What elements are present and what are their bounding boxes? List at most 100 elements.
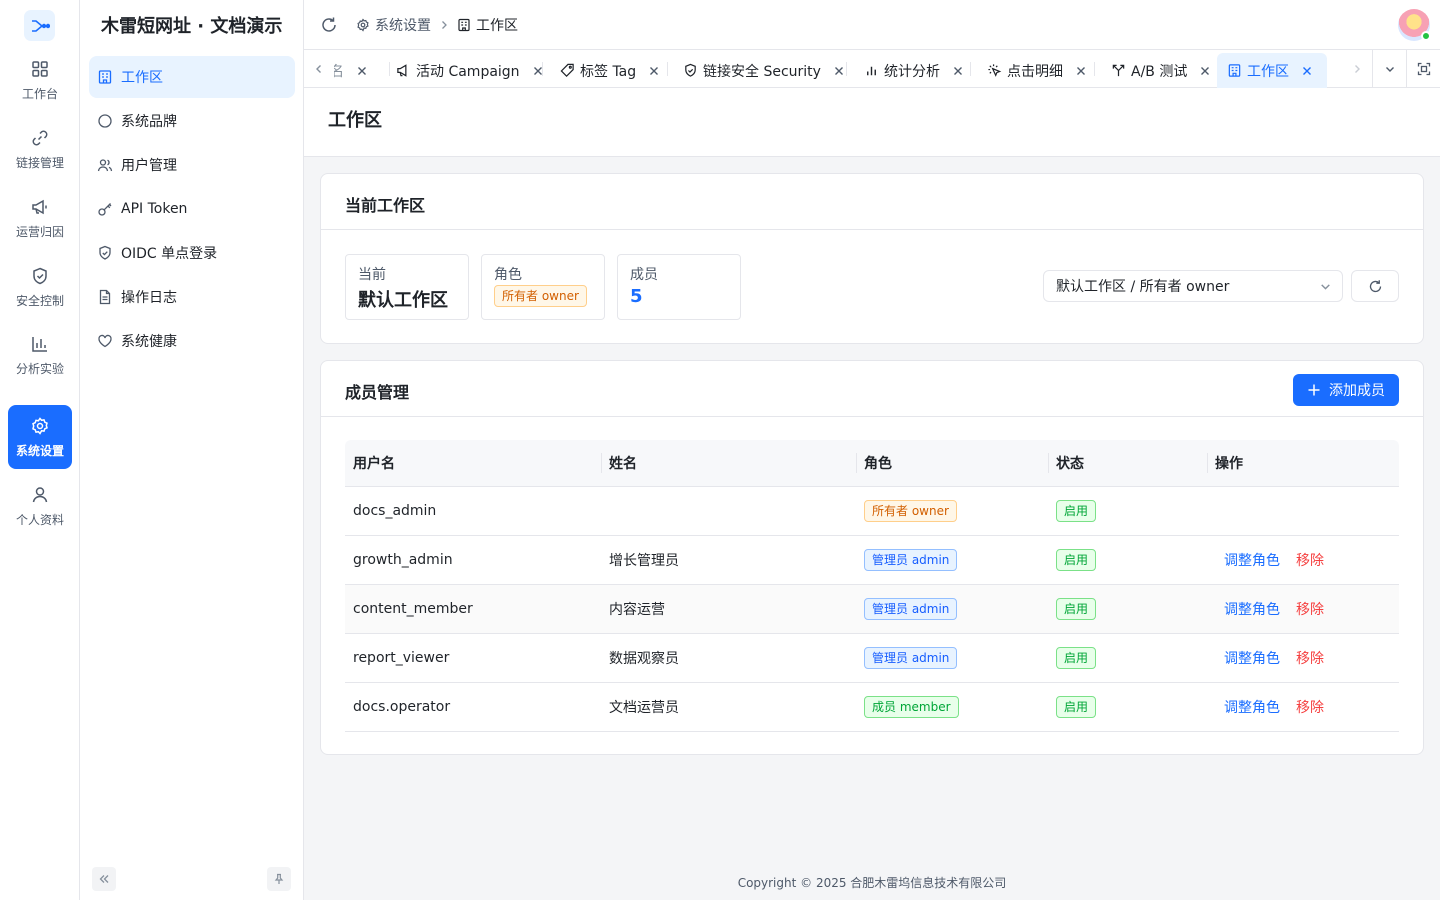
add-member-button[interactable]: 添加成员 bbox=[1293, 374, 1399, 406]
close-icon[interactable] bbox=[648, 65, 660, 77]
shield-check-icon bbox=[685, 63, 696, 77]
adjust-role-link[interactable]: 调整角色 bbox=[1224, 599, 1280, 619]
settings-submenu: 木雷短网址 · 文档演示 工作区 系统品牌 用户管理 API Token OID… bbox=[80, 0, 304, 900]
workspace-select[interactable]: 默认工作区 / 所有者 owner bbox=[1043, 270, 1343, 302]
rail-item-links[interactable]: 链接管理 bbox=[8, 117, 72, 181]
fullscreen-button[interactable] bbox=[1406, 50, 1440, 88]
remove-member-link[interactable]: 移除 bbox=[1296, 599, 1324, 619]
stat-value: 默认工作区 bbox=[358, 290, 448, 311]
page-title: 工作区 bbox=[328, 110, 382, 131]
tab-divider bbox=[846, 62, 847, 76]
tab-statistics[interactable]: 统计分析 bbox=[854, 53, 974, 88]
chevron-left-icon bbox=[316, 65, 321, 73]
heart-icon bbox=[98, 334, 112, 348]
pin-icon bbox=[274, 873, 284, 884]
rail-item-security[interactable]: 安全控制 bbox=[8, 255, 72, 319]
submenu-item-branding[interactable]: 系统品牌 bbox=[89, 100, 295, 142]
chevron-right-icon bbox=[442, 21, 447, 29]
dashboard-icon bbox=[32, 60, 48, 77]
submenu-item-users[interactable]: 用户管理 bbox=[89, 144, 295, 186]
tabs-scroll-left-button[interactable] bbox=[304, 50, 334, 88]
submenu-item-workspace[interactable]: 工作区 bbox=[89, 56, 295, 98]
remove-member-link[interactable]: 移除 bbox=[1296, 550, 1324, 570]
close-icon[interactable] bbox=[1301, 65, 1313, 77]
column-header-actions: 操作 bbox=[1207, 440, 1243, 486]
cell-name: 增长管理员 bbox=[609, 553, 679, 569]
status-badge: 启用 bbox=[1056, 647, 1097, 669]
adjust-role-link[interactable]: 调整角色 bbox=[1224, 697, 1280, 717]
cell-name: 内容运营 bbox=[609, 602, 665, 618]
table-header-row: 用户名 姓名 角色 状态 操作 bbox=[345, 440, 1399, 487]
submenu-item-label: 系统品牌 bbox=[121, 114, 177, 130]
stat-role: 角色 所有者 owner bbox=[481, 254, 605, 320]
tab-label: 标签 Tag bbox=[580, 63, 637, 80]
tabs-dropdown-button[interactable] bbox=[1372, 50, 1406, 88]
tab-click-details[interactable]: 点击明细 bbox=[977, 53, 1097, 88]
close-icon[interactable] bbox=[356, 65, 368, 77]
close-icon[interactable] bbox=[833, 65, 845, 77]
adjust-role-link[interactable]: 调整角色 bbox=[1224, 648, 1280, 668]
refresh-page-button[interactable] bbox=[320, 16, 338, 34]
adjust-role-link[interactable]: 调整角色 bbox=[1224, 550, 1280, 570]
table-row: docs.operator 文档运营员 成员 member 启用 调整角色 移除 bbox=[345, 683, 1399, 732]
submenu-item-api-token[interactable]: API Token bbox=[89, 188, 295, 230]
gear-icon bbox=[32, 416, 48, 435]
rail-item-label: 个人资料 bbox=[15, 512, 64, 527]
rail-item-label: 工作台 bbox=[21, 86, 58, 101]
tab-truncated[interactable]: 名 bbox=[334, 53, 378, 88]
rail-item-profile[interactable]: 个人资料 bbox=[8, 474, 72, 538]
status-badge: 启用 bbox=[1056, 696, 1097, 718]
close-icon[interactable] bbox=[952, 65, 964, 77]
tab-campaign[interactable]: 活动 Campaign bbox=[386, 53, 554, 88]
close-icon[interactable] bbox=[1199, 65, 1211, 77]
key-icon bbox=[98, 203, 112, 216]
shield-icon bbox=[33, 267, 47, 284]
breadcrumb-label: 工作区 bbox=[476, 18, 518, 34]
stat-value: 5 bbox=[630, 286, 643, 307]
rail-item-label: 链接管理 bbox=[15, 155, 64, 170]
collapse-menu-button[interactable] bbox=[92, 867, 116, 891]
gear-icon bbox=[357, 18, 369, 32]
breadcrumb-item-settings[interactable]: 系统设置 bbox=[356, 15, 431, 35]
logo-icon bbox=[31, 19, 50, 32]
submenu-item-oidc[interactable]: OIDC 单点登录 bbox=[89, 232, 295, 274]
tab-divider bbox=[1094, 62, 1095, 76]
breadcrumb-item-workspace: 工作区 bbox=[457, 15, 518, 35]
pin-menu-button[interactable] bbox=[267, 867, 291, 891]
card-title: 当前工作区 bbox=[345, 196, 426, 215]
chevron-down-icon bbox=[1321, 284, 1330, 290]
tab-ab-test[interactable]: A/B 测试 bbox=[1101, 53, 1221, 88]
cell-username: docs_admin bbox=[353, 503, 437, 519]
role-tag: 管理员 admin bbox=[864, 598, 958, 620]
remove-member-link[interactable]: 移除 bbox=[1296, 648, 1324, 668]
add-member-label: 添加成员 bbox=[1329, 382, 1385, 398]
refresh-workspace-button[interactable] bbox=[1351, 270, 1399, 302]
tab-workspace[interactable]: 工作区 bbox=[1217, 53, 1327, 88]
remove-member-link[interactable]: 移除 bbox=[1296, 697, 1324, 717]
tab-tag[interactable]: 标签 Tag bbox=[550, 53, 670, 88]
tab-label: A/B 测试 bbox=[1131, 63, 1188, 80]
tab-link-security[interactable]: 链接安全 Security bbox=[673, 53, 855, 88]
current-workspace-card: 当前工作区 当前 默认工作区 角色 所有者 owner 成员 5 默认工作区 /… bbox=[320, 173, 1424, 344]
user-avatar[interactable] bbox=[1398, 9, 1431, 41]
submenu-item-health[interactable]: 系统健康 bbox=[89, 320, 295, 362]
rail-item-workbench[interactable]: 工作台 bbox=[8, 48, 72, 112]
submenu-item-audit-log[interactable]: 操作日志 bbox=[89, 276, 295, 318]
copyright-footer: Copyright © 2025 合肥木雷坞信息技术有限公司 bbox=[737, 876, 1007, 890]
rail-item-settings[interactable]: 系统设置 bbox=[8, 405, 72, 469]
card-title: 成员管理 bbox=[345, 383, 410, 402]
close-icon[interactable] bbox=[1075, 65, 1087, 77]
tabs-scroll-right-button[interactable] bbox=[1342, 50, 1372, 88]
online-status-dot bbox=[1421, 31, 1431, 41]
rail-item-attribution[interactable]: 运营归因 bbox=[8, 186, 72, 250]
click-icon bbox=[988, 64, 1002, 77]
rail-item-analytics[interactable]: 分析实验 bbox=[8, 323, 72, 387]
tab-label: 点击明细 bbox=[1007, 63, 1063, 80]
role-tag: 管理员 admin bbox=[864, 647, 958, 669]
rail-item-label: 系统设置 bbox=[15, 443, 64, 458]
app-logo[interactable] bbox=[24, 10, 55, 41]
primary-nav-rail: 工作台 链接管理 运营归因 安全控制 分析实验 系统设置 个人资料 bbox=[0, 0, 80, 900]
breadcrumb-separator bbox=[439, 20, 449, 30]
tag-icon bbox=[560, 63, 574, 77]
column-header-username: 用户名 bbox=[353, 456, 395, 472]
